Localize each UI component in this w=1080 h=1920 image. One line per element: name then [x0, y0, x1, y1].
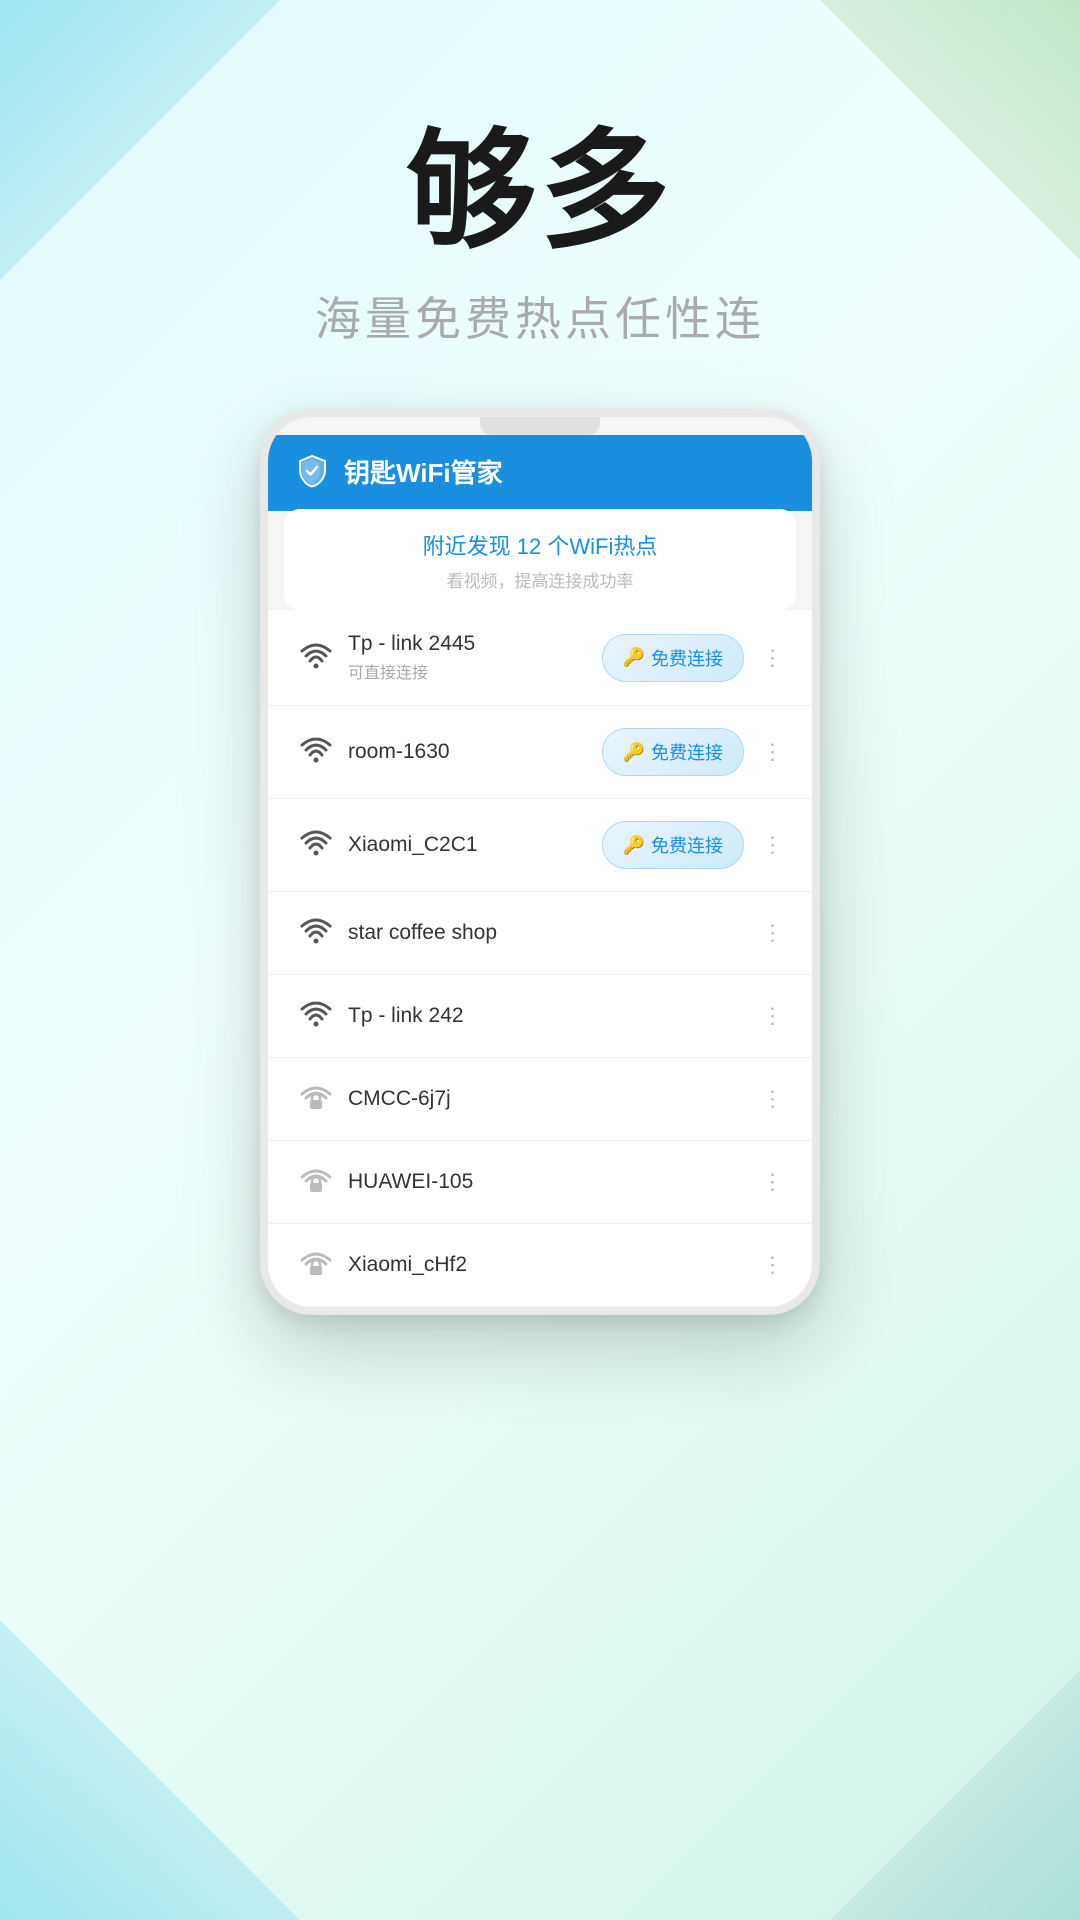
connect-button[interactable]: 🔑 免费连接: [602, 821, 744, 869]
more-options-button[interactable]: ⋮: [756, 739, 788, 765]
wifi-icon: [292, 914, 340, 952]
wifi-info: Tp - link 2445 可直接连接: [340, 632, 602, 683]
hero-subtitle: 海量免费热点任性连: [0, 283, 1080, 349]
app-title-text: 钥匙WiFi管家: [344, 453, 503, 490]
wifi-info: CMCC-6j7j: [340, 1087, 756, 1111]
wifi-item[interactable]: room-1630 🔑 免费连接 ⋮: [268, 706, 812, 799]
wifi-name: HUAWEI-105: [348, 1170, 756, 1194]
more-options-button[interactable]: ⋮: [756, 1252, 788, 1278]
wifi-icon: [292, 733, 340, 771]
connect-button[interactable]: 🔑 免费连接: [602, 728, 744, 776]
wifi-icon: [292, 997, 340, 1035]
app-title-row: 钥匙WiFi管家: [292, 451, 788, 491]
key-icon: 🔑: [623, 647, 645, 668]
wifi-name: Xiaomi_C2C1: [348, 833, 602, 857]
more-options-button[interactable]: ⋮: [756, 920, 788, 946]
app-header: 钥匙WiFi管家: [268, 435, 812, 511]
wifi-info: star coffee shop: [340, 921, 756, 945]
discovery-panel: 附近发现 12 个WiFi热点 看视频，提高连接成功率: [284, 509, 796, 610]
discovery-subtitle: 看视频，提高连接成功率: [304, 567, 776, 592]
wifi-list: Tp - link 2445 可直接连接 🔑 免费连接 ⋮ room-1630 🔑 免费连接…: [268, 610, 812, 1307]
discovery-title: 附近发现 12 个WiFi热点: [304, 529, 776, 561]
wifi-item[interactable]: star coffee shop⋮: [268, 892, 812, 975]
wifi-info: room-1630: [340, 740, 602, 764]
wifi-icon: [292, 639, 340, 677]
wifi-info: Xiaomi_C2C1: [340, 833, 602, 857]
wifi-item[interactable]: Tp - link 242⋮: [268, 975, 812, 1058]
shield-icon: [292, 451, 332, 491]
phone-notch: [480, 417, 600, 435]
wifi-name: room-1630: [348, 740, 602, 764]
hero-section: 够多 海量免费热点任性连: [0, 0, 1080, 409]
more-options-button[interactable]: ⋮: [756, 1003, 788, 1029]
page-content: 够多 海量免费热点任性连 钥匙WiFi管家 附近发现 12 个WiFi热点 看视…: [0, 0, 1080, 1920]
wifi-locked-icon: [292, 1246, 340, 1284]
wifi-locked-icon: [292, 1163, 340, 1201]
wifi-info: HUAWEI-105: [340, 1170, 756, 1194]
wifi-name: Tp - link 242: [348, 1004, 756, 1028]
more-options-button[interactable]: ⋮: [756, 832, 788, 858]
connect-button[interactable]: 🔑 免费连接: [602, 634, 744, 682]
wifi-icon: [292, 826, 340, 864]
wifi-sub-text: 可直接连接: [348, 659, 602, 683]
wifi-info: Xiaomi_cHf2: [340, 1253, 756, 1277]
wifi-name: star coffee shop: [348, 921, 756, 945]
wifi-name: CMCC-6j7j: [348, 1087, 756, 1111]
wifi-item[interactable]: Xiaomi_cHf2⋮: [268, 1224, 812, 1307]
key-icon: 🔑: [623, 742, 645, 763]
wifi-locked-icon: [292, 1080, 340, 1118]
wifi-item[interactable]: Tp - link 2445 可直接连接 🔑 免费连接 ⋮: [268, 610, 812, 706]
more-options-button[interactable]: ⋮: [756, 645, 788, 671]
more-options-button[interactable]: ⋮: [756, 1169, 788, 1195]
wifi-item[interactable]: CMCC-6j7j⋮: [268, 1058, 812, 1141]
connect-btn-label: 免费连接: [651, 645, 723, 671]
connect-btn-label: 免费连接: [651, 832, 723, 858]
wifi-name: Xiaomi_cHf2: [348, 1253, 756, 1277]
hero-title: 够多: [0, 120, 1080, 263]
phone-mockup: 钥匙WiFi管家 附近发现 12 个WiFi热点 看视频，提高连接成功率 Tp …: [260, 409, 820, 1315]
wifi-name: Tp - link 2445: [348, 632, 602, 656]
wifi-info: Tp - link 242: [340, 1004, 756, 1028]
wifi-item[interactable]: Xiaomi_C2C1 🔑 免费连接 ⋮: [268, 799, 812, 892]
wifi-item[interactable]: HUAWEI-105⋮: [268, 1141, 812, 1224]
key-icon: 🔑: [623, 835, 645, 856]
more-options-button[interactable]: ⋮: [756, 1086, 788, 1112]
connect-btn-label: 免费连接: [651, 739, 723, 765]
